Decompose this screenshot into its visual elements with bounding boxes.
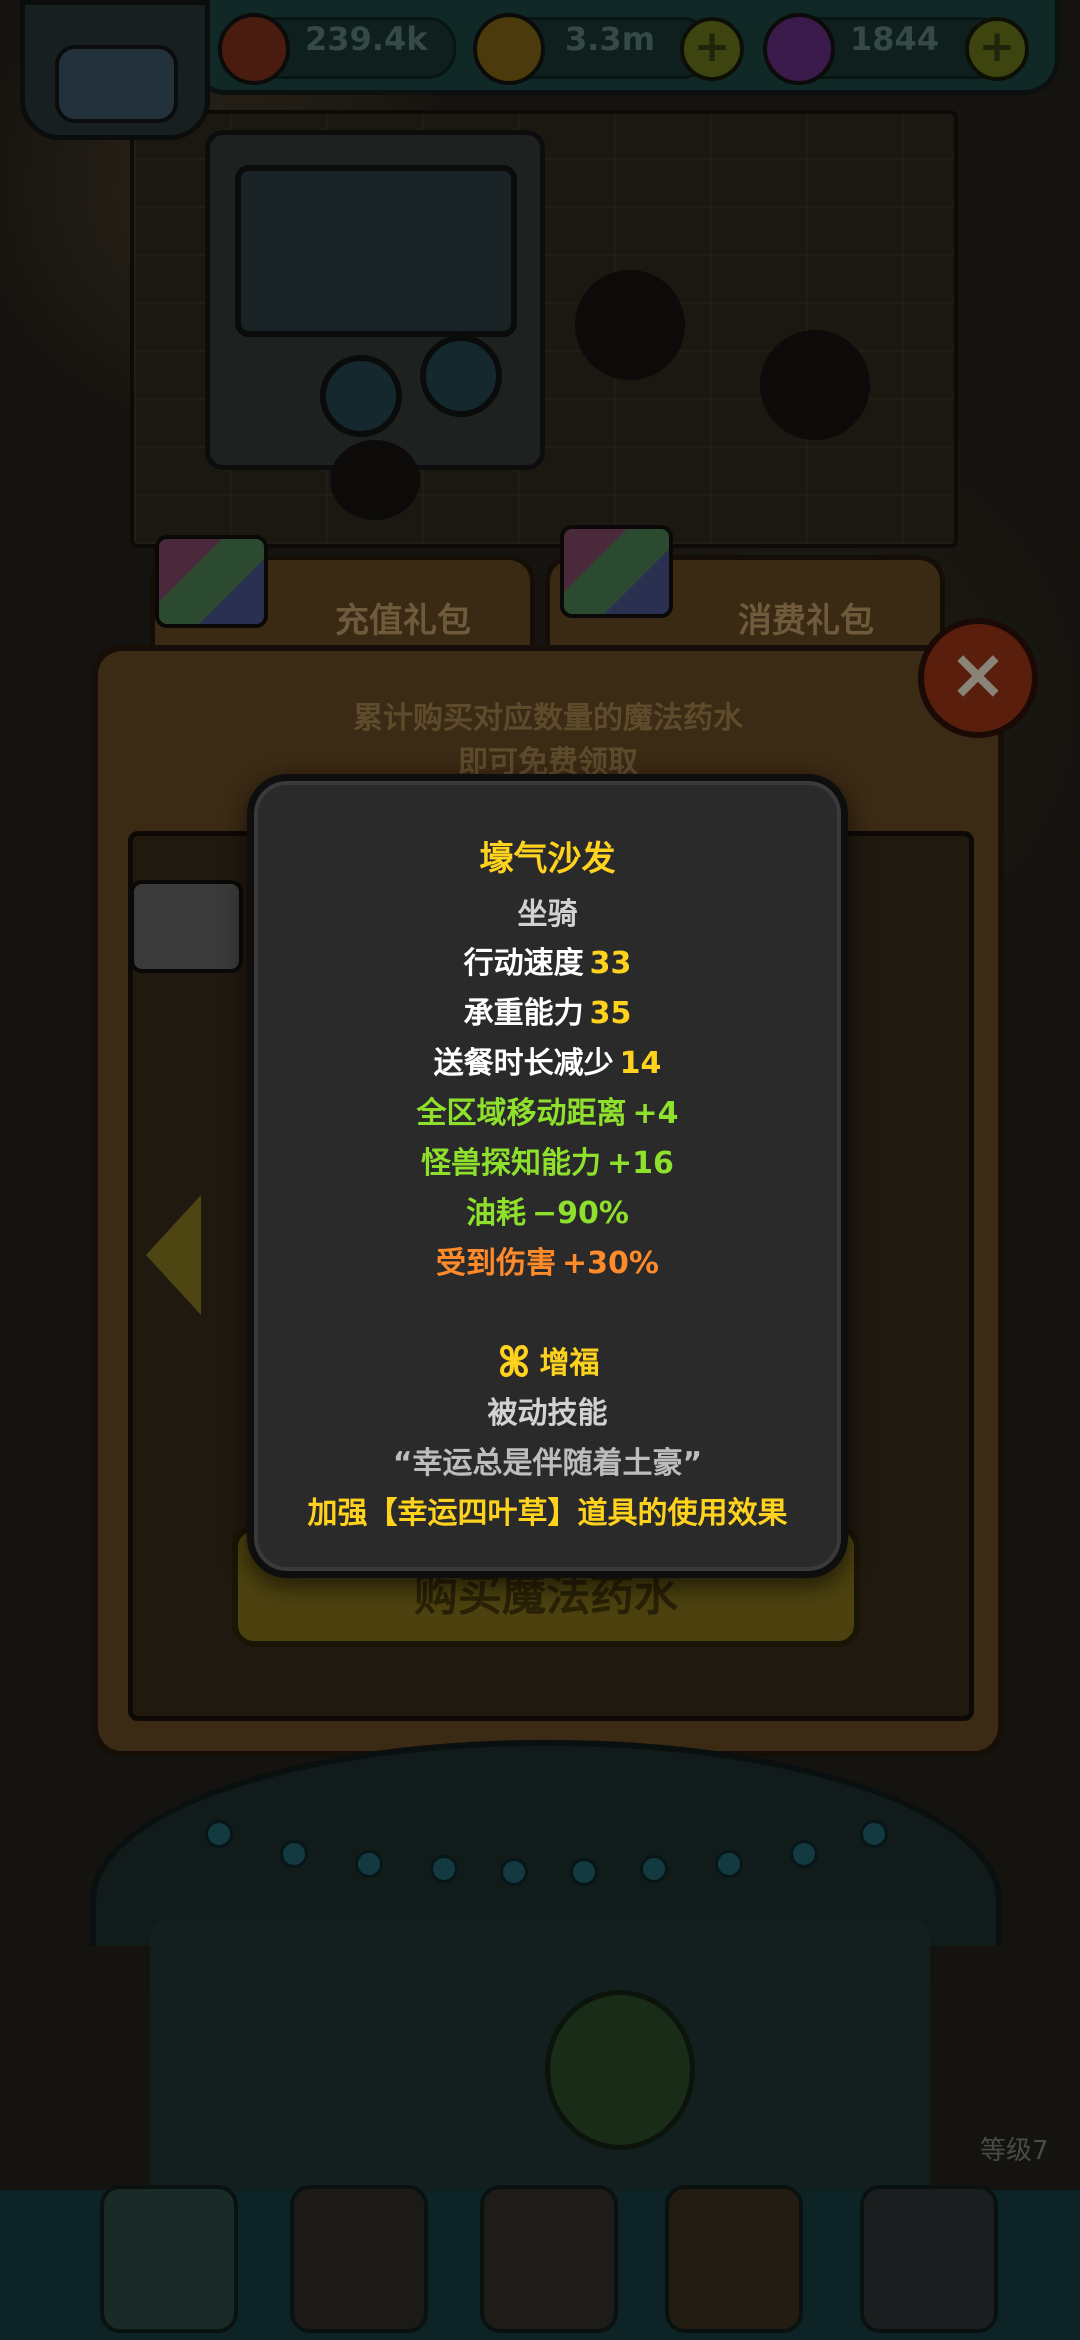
stat-row: 行动速度 33 [254,938,841,982]
stat-value: 14 [619,1046,662,1081]
skill-type: 被动技能 [487,1396,608,1431]
bonus-label: 油耗 [466,1196,527,1231]
resource-value: 3.3m [565,20,656,58]
item-name: 壕气沙发 [479,839,616,879]
bonus-label: 怪兽探知能力 [421,1146,602,1181]
add-coins-button[interactable]: + [680,17,744,81]
arch-bead [860,1820,888,1848]
skill-quote: “幸运总是伴随着土豪” [392,1446,703,1481]
nav-menu-icon[interactable] [860,2185,998,2333]
resource-value: 239.4k [305,20,428,58]
skill-name: 增福 [539,1346,600,1381]
level-label: 等级7 [980,2136,1049,2166]
item-tooltip: 壕气沙发 坐骑 行动速度 33 承重能力 35 送餐时长减少 14 全区域移动距离 +4… [247,774,848,1578]
penalty-row: 受到伤害 +30% [254,1238,841,1282]
stat-label: 行动速度 [463,946,584,981]
arch-bead [280,1840,308,1868]
gift-box-icon [130,880,243,973]
arch-bead [205,1820,233,1848]
arch-bead [500,1858,528,1886]
arch-bead [640,1855,668,1883]
arch-bead [355,1850,383,1878]
close-button[interactable]: × [918,618,1038,738]
monster-silhouette [760,330,870,440]
four-leaf-clover-icon [499,1344,528,1378]
tab-label: 消费礼包 [738,601,874,641]
resource-value: 1844 [850,20,940,58]
tab-label: 充值礼包 [335,601,471,641]
stat-label: 承重能力 [463,996,584,1031]
arch-bead [715,1850,743,1878]
panel-description: 累计购买对应数量的魔法药水 [353,701,743,736]
coin-icon [473,13,545,85]
bonus-value: +16 [607,1146,674,1181]
machine-screen [235,165,517,337]
player-avatar[interactable] [20,0,210,140]
bonus-row: 全区域移动距离 +4 [254,1088,841,1132]
nav-monster-icon[interactable] [290,2185,428,2333]
eyeball-icon [218,13,290,85]
skill-name-row: 增福 [254,1338,841,1382]
bonus-row: 怪兽探知能力 +16 [254,1138,841,1182]
arch-bead [430,1855,458,1883]
gift-box-icon [560,525,673,618]
avatar-icon [55,45,178,123]
stat-row: 送餐时长减少 14 [254,1038,841,1082]
machine-dial [320,355,402,437]
money-tree[interactable] [545,1990,695,2150]
nav-book-icon[interactable] [480,2185,618,2333]
add-potions-button[interactable]: + [965,17,1029,81]
skill-effect: 加强【幸运四叶草】道具的使用效果 [307,1496,788,1531]
penalty-label: 受到伤害 [436,1246,557,1281]
bonus-value: −90% [532,1196,629,1231]
previous-arrow-icon[interactable] [146,1195,201,1315]
stat-row: 承重能力 35 [254,988,841,1032]
bonus-label: 全区域移动距离 [416,1096,627,1131]
stat-value: 33 [589,946,632,981]
machine-dial [420,335,502,417]
stat-value: 35 [589,996,632,1031]
stat-label: 送餐时长减少 [433,1046,614,1081]
arch-bead [570,1858,598,1886]
item-type: 坐骑 [517,897,578,932]
monster-silhouette [330,440,420,520]
bonus-row: 油耗 −90% [254,1188,841,1232]
monster-silhouette [575,270,685,380]
kitchen-machine [205,130,545,470]
gift-box-icon [155,535,268,628]
nav-shop-icon[interactable] [100,2185,238,2333]
bonus-value: +4 [632,1096,679,1131]
nav-bag-icon[interactable] [665,2185,803,2333]
penalty-value: +30% [562,1246,659,1281]
arch-bead [790,1840,818,1868]
potion-icon [763,13,835,85]
